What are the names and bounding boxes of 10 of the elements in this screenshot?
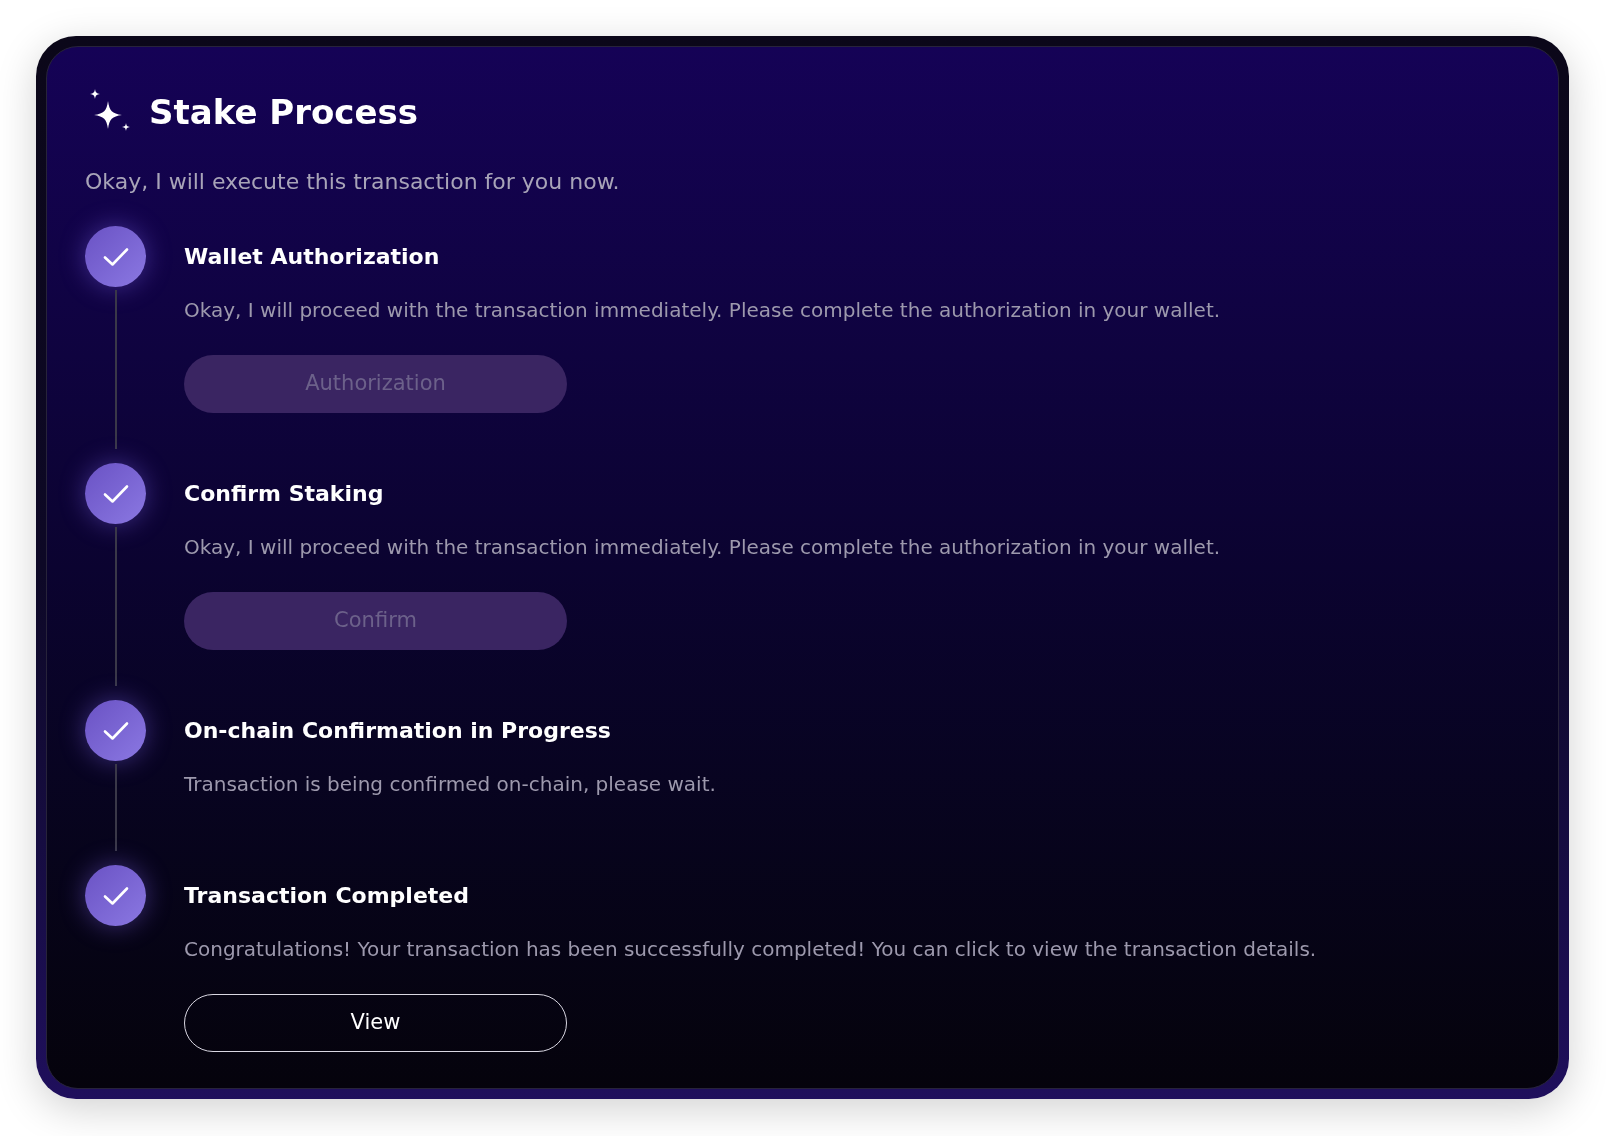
step-title: Wallet Authorization	[184, 242, 440, 271]
step-description: Okay, I will proceed with the transaction immediately. Please complete the authorization in your wallet.	[184, 534, 1221, 561]
step-description: Okay, I will proceed with the transaction immediately. Please complete the authorization in your wallet.	[184, 297, 1221, 324]
step-description: Congratulations! Your transaction has been successfully completed! You can click to view the transaction details.	[184, 936, 1317, 963]
panel-title: Stake Process	[149, 91, 418, 134]
intro-text: Okay, I will execute this transaction for you now.	[85, 168, 621, 196]
step-title: Confirm Staking	[184, 479, 384, 508]
step-title: Transaction Completed	[184, 881, 469, 910]
step-title: On-chain Confirmation in Progress	[184, 716, 611, 745]
step-description: Transaction is being confirmed on-chain, please wait.	[184, 771, 716, 798]
